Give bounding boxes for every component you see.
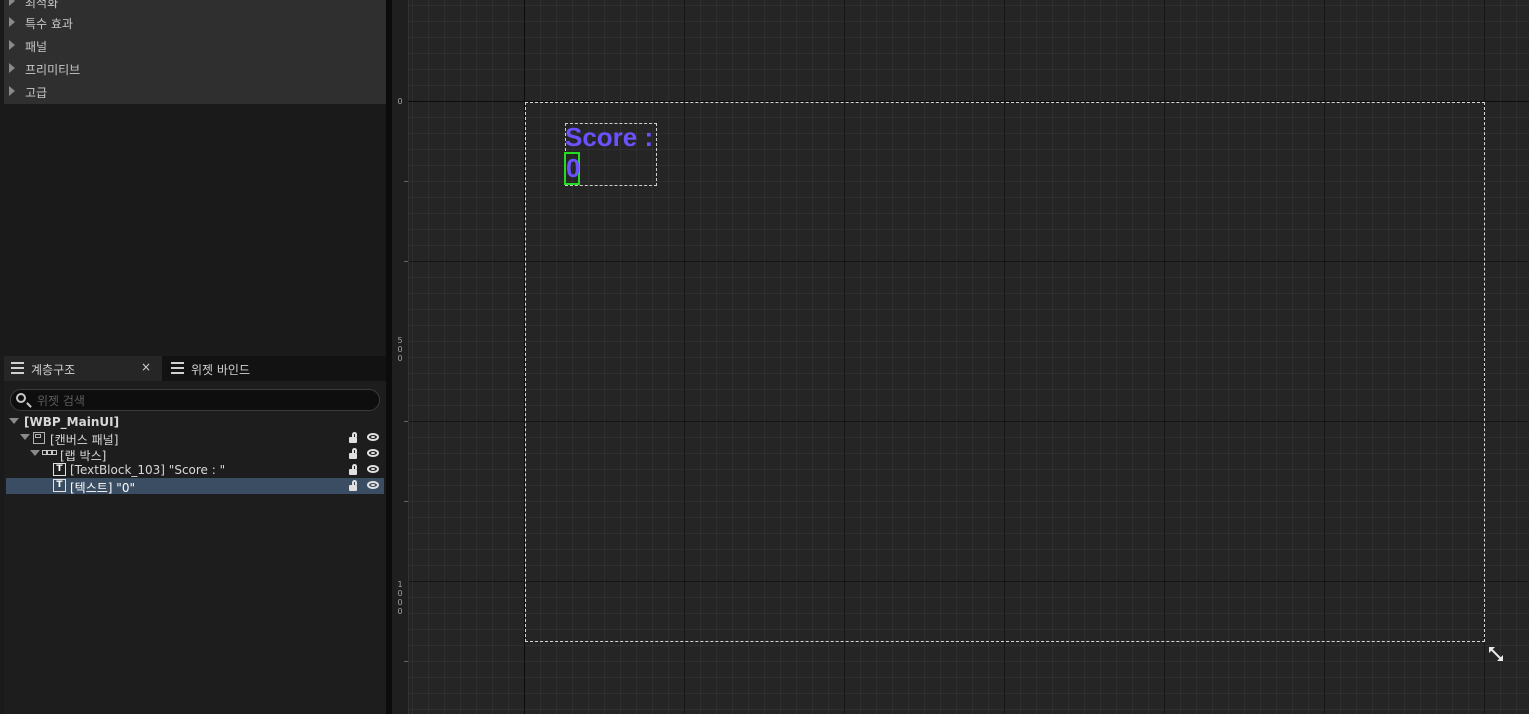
panel-tab-bar: 계층구조 × 위젯 바인드 [4, 356, 386, 381]
lock-icon[interactable] [349, 464, 358, 475]
ruler-tick [404, 421, 408, 422]
palette-category-label: 패널 [25, 40, 48, 54]
visibility-eye-icon[interactable] [367, 433, 379, 441]
tree-item-canvas-panel[interactable]: [캔버스 패널] [6, 430, 384, 447]
close-tab-button[interactable]: × [141, 360, 151, 374]
resize-diagonal-icon[interactable] [1487, 645, 1505, 663]
palette-category-label: 프리미티브 [25, 63, 81, 77]
expand-arrow-icon [9, 86, 15, 96]
tree-item-label: [텍스트] "0" [70, 481, 135, 495]
palette-category-label: 특수 효과 [25, 17, 73, 31]
widget-search-input[interactable] [35, 391, 369, 410]
ruler-label-500: 500 [397, 336, 403, 363]
tab-hierarchy-label: 계층구조 [31, 363, 76, 377]
tree-item-label: [TextBlock_103] "Score : " [70, 463, 226, 477]
tab-hierarchy[interactable]: 계층구조 × [4, 356, 162, 381]
ruler-tick [404, 501, 408, 502]
tree-item-wrap-box[interactable]: [랩 박스] [6, 446, 384, 463]
designer-viewport[interactable]: 0 500 1000 Score : 0 [392, 0, 1529, 714]
expand-arrow-icon [9, 63, 15, 73]
canvas-panel-icon [33, 432, 45, 444]
search-icon [16, 393, 26, 403]
hierarchy-icon [11, 362, 24, 374]
expand-arrow-icon [9, 40, 15, 50]
collapse-arrow-icon[interactable] [30, 450, 40, 456]
palette-category-advanced[interactable]: 고급 [4, 82, 386, 102]
text-block-icon: T [53, 463, 66, 476]
collapse-arrow-icon[interactable] [20, 434, 30, 440]
palette-category-special-effects[interactable]: 특수 효과 [4, 13, 386, 33]
left-panel: 최적화 특수 효과 패널 프리미티브 고급 계층구조 × 위젯 바인드 위젯 검… [0, 0, 386, 714]
collapse-arrow-icon[interactable] [9, 418, 19, 424]
palette-category-label: 고급 [25, 86, 48, 100]
lock-icon[interactable] [349, 432, 358, 443]
visibility-eye-icon[interactable] [367, 481, 379, 489]
tree-item-label: [WBP_MainUI] [24, 415, 120, 429]
ruler-tick [404, 661, 408, 662]
palette-category-primitive[interactable]: 프리미티브 [4, 59, 386, 79]
ruler-tick [404, 181, 408, 182]
visibility-eye-icon[interactable] [367, 449, 379, 457]
ruler-tick [404, 261, 408, 262]
palette-category-panel[interactable]: 패널 [4, 36, 386, 56]
palette-category-label: 최적화 [25, 0, 59, 10]
text-block-icon: T [53, 479, 66, 492]
canvas-panel-bounds[interactable] [525, 102, 1485, 642]
tree-item-text-block[interactable]: T [TextBlock_103] "Score : " [6, 462, 384, 478]
tab-widget-bind[interactable]: 위젯 바인드 [164, 356, 314, 381]
ruler-label-0: 0 [397, 97, 403, 106]
hierarchy-panel: [WBP_MainUI] [캔버스 패널] [랩 박스] T [TextBloc… [4, 381, 386, 714]
vertical-ruler: 0 500 1000 [392, 0, 409, 714]
widget-search-box[interactable] [10, 389, 380, 411]
palette-category-optimization[interactable]: 최적화 [4, 0, 386, 12]
palette-panel: 최적화 특수 효과 패널 프리미티브 고급 [4, 0, 386, 104]
tab-widget-bind-label: 위젯 바인드 [191, 363, 251, 377]
expand-arrow-icon [9, 0, 15, 6]
bind-list-icon [171, 362, 184, 374]
ruler-label-1000: 1000 [397, 580, 403, 616]
tree-item-root[interactable]: [WBP_MainUI] [6, 414, 384, 430]
expand-arrow-icon [9, 17, 15, 27]
lock-icon[interactable] [349, 480, 358, 491]
visibility-eye-icon[interactable] [367, 465, 379, 473]
lock-icon[interactable] [349, 448, 358, 459]
tree-item-text-value[interactable]: T [텍스트] "0" [6, 478, 384, 495]
score-value-text[interactable]: 0 [564, 152, 580, 185]
wrap-box-icon [42, 450, 57, 457]
score-label-text[interactable]: Score : [565, 123, 653, 151]
